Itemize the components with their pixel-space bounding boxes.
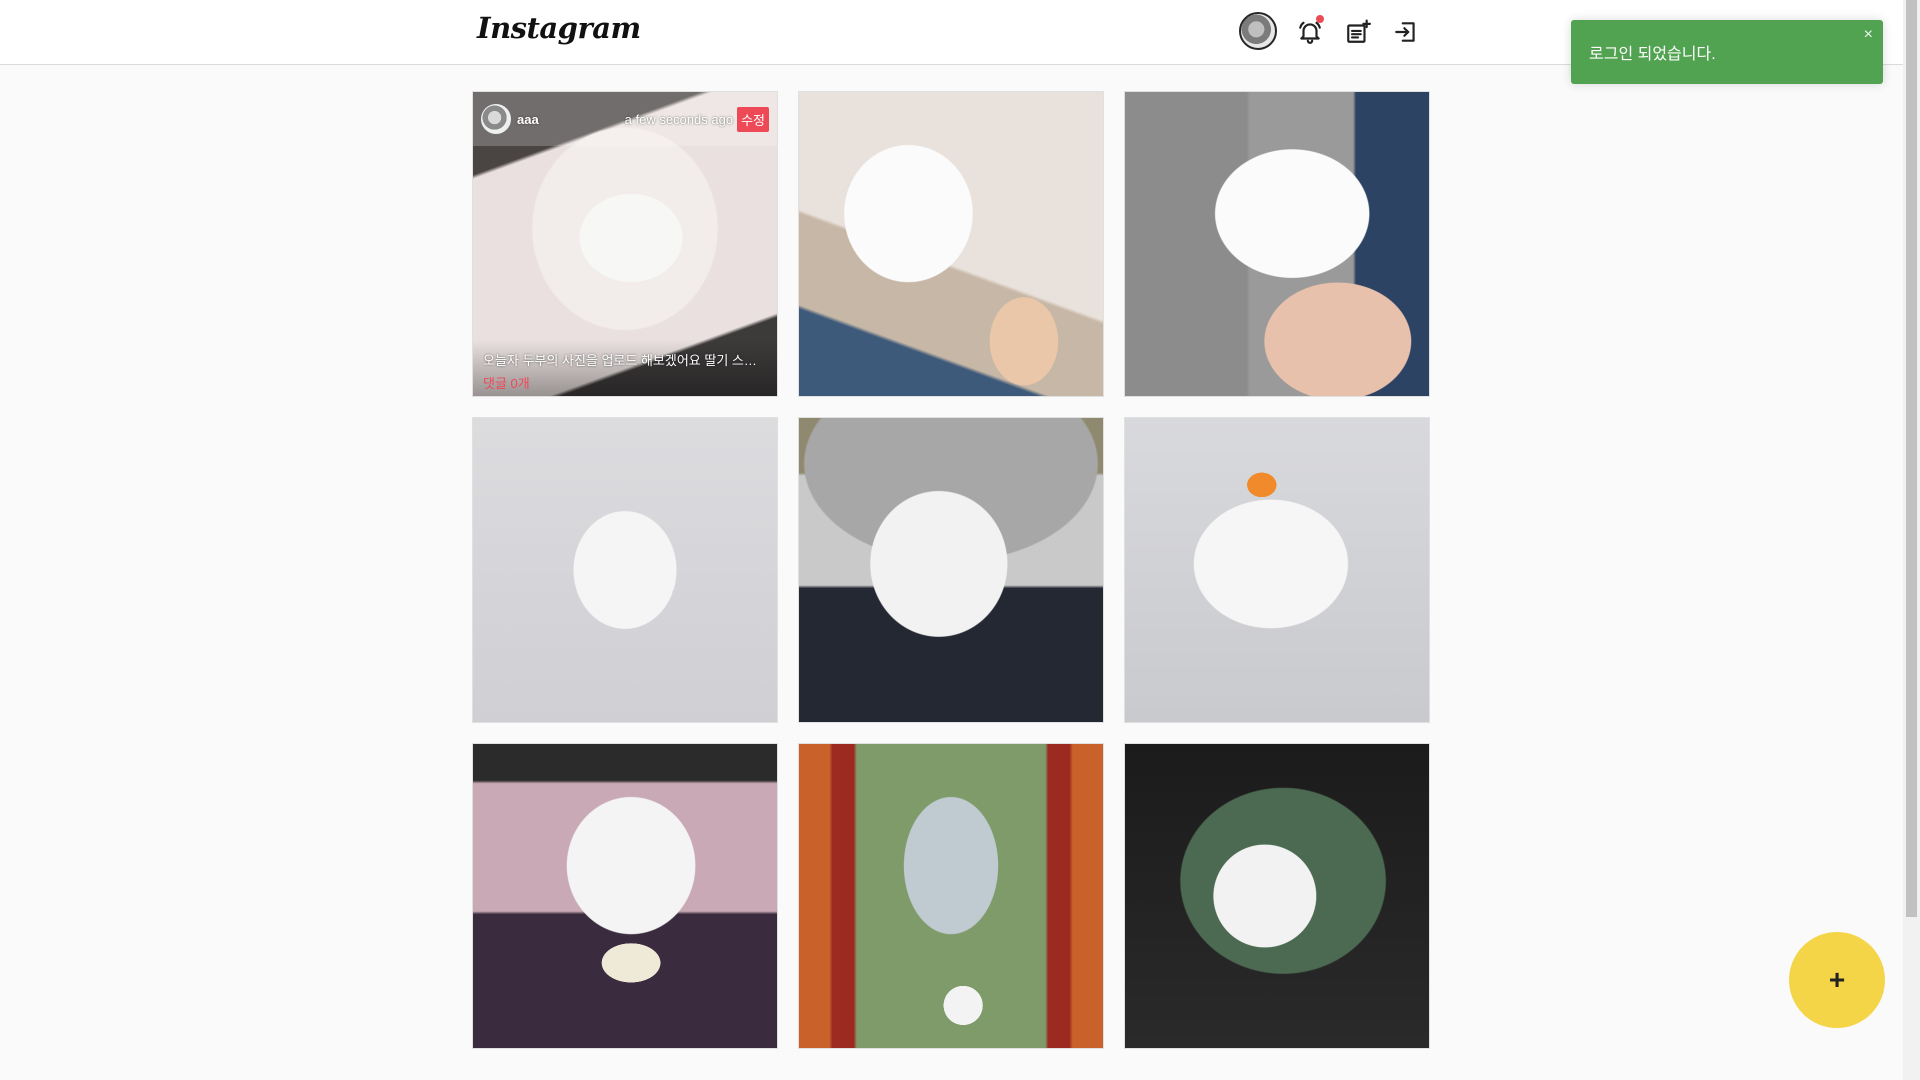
instagram-logo[interactable]: Instagram xyxy=(477,11,641,45)
login-success-toast[interactable]: 로그인 되었습니다. × xyxy=(1571,20,1883,84)
edit-post-button[interactable]: 수정 xyxy=(737,106,769,132)
post-card[interactable] xyxy=(1124,91,1430,397)
post-card[interactable] xyxy=(798,91,1104,397)
post-card[interactable]: aaa a few seconds ago 수정 오늘자 두부의 사진을 업로드… xyxy=(472,91,778,397)
post-image xyxy=(473,418,777,722)
profile-avatar-button[interactable] xyxy=(1239,12,1277,50)
post-image xyxy=(473,744,777,1048)
logout-icon xyxy=(1395,22,1415,42)
post-header-overlay: aaa a few seconds ago 수정 xyxy=(473,92,777,146)
notification-badge xyxy=(1316,15,1324,23)
post-comment-count[interactable]: 댓글 0개 xyxy=(483,373,767,392)
post-image xyxy=(1125,92,1429,396)
post-timestamp: a few seconds ago xyxy=(624,111,734,127)
post-author-username[interactable]: aaa xyxy=(517,112,539,127)
page: Instagram aaa a few seconds ago 수정 오늘자 두… xyxy=(0,0,1920,1080)
post-card[interactable] xyxy=(472,417,778,723)
notifications-button[interactable] xyxy=(1292,14,1328,50)
post-grid: aaa a few seconds ago 수정 오늘자 두부의 사진을 업로드… xyxy=(472,91,1430,1049)
post-image xyxy=(799,418,1103,722)
new-post-button[interactable] xyxy=(1340,14,1376,50)
post-card[interactable] xyxy=(798,743,1104,1049)
page-scrollbar[interactable] xyxy=(1903,0,1920,1080)
logout-button[interactable] xyxy=(1388,14,1424,50)
post-image xyxy=(799,744,1103,1048)
new-post-icon xyxy=(1347,19,1371,43)
post-image xyxy=(1125,744,1429,1048)
toast-message: 로그인 되었습니다. xyxy=(1589,46,1716,63)
post-card[interactable] xyxy=(472,743,778,1049)
post-caption: 오늘자 두부의 사진을 업로드 해보겠어요 딸기 스카프 xyxy=(483,353,767,368)
post-caption-overlay: 오늘자 두부의 사진을 업로드 해보겠어요 딸기 스카프 댓글 0개 xyxy=(473,340,777,396)
post-image xyxy=(1125,418,1429,722)
scrollbar-thumb[interactable] xyxy=(1906,0,1917,917)
post-card[interactable] xyxy=(798,417,1104,723)
post-author-avatar[interactable] xyxy=(481,104,511,134)
add-post-fab[interactable]: + xyxy=(1789,932,1885,1028)
post-image xyxy=(799,92,1103,396)
toast-close-button[interactable]: × xyxy=(1864,26,1873,44)
post-card[interactable] xyxy=(1124,417,1430,723)
post-card[interactable] xyxy=(1124,743,1430,1049)
